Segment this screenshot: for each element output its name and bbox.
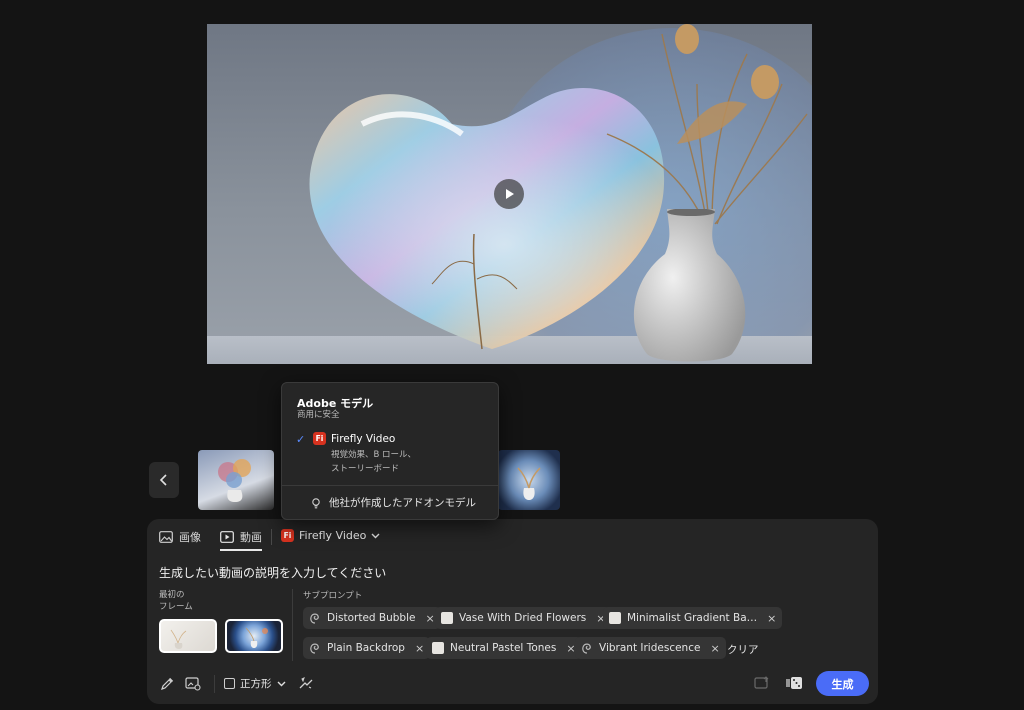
subprompt-chip[interactable]: Distorted Bubble × xyxy=(303,607,441,629)
dropdown-divider xyxy=(282,485,498,486)
frame-image xyxy=(245,627,268,648)
image-settings-icon xyxy=(185,677,201,691)
subprompt-chip-label: Neutral Pastel Tones xyxy=(450,642,557,654)
addon-models-item[interactable]: 他社が作成したアドオンモデル xyxy=(310,495,476,510)
lightbulb-icon xyxy=(312,497,320,508)
model-dropdown-menu: Adobe モデル 商用に安全 ✓ Fi Firefly Video 視覚効果、… xyxy=(281,382,499,520)
subprompt-chip-label: Vibrant Iridescence xyxy=(599,642,701,654)
image-icon xyxy=(159,531,173,543)
reference-image-button[interactable] xyxy=(185,676,201,691)
tab-image-label: 画像 xyxy=(179,531,201,544)
subprompt-chip[interactable]: Neutral Pastel Tones × xyxy=(426,637,582,659)
model-option-firefly-video[interactable]: Firefly Video xyxy=(331,433,395,445)
chevron-down-icon xyxy=(277,681,285,686)
camera-motion-button[interactable] xyxy=(298,676,314,691)
tab-image[interactable]: 画像 xyxy=(159,529,201,545)
motion-icon xyxy=(299,677,313,689)
subprompts-label: サブプロンプト xyxy=(303,591,363,601)
generation-thumbnail[interactable] xyxy=(498,450,560,510)
thumbnail-image xyxy=(517,467,541,500)
firefly-logo-icon: Fi xyxy=(281,529,294,542)
close-icon[interactable]: × xyxy=(710,642,719,655)
spiral-icon xyxy=(310,643,319,654)
frame-image xyxy=(170,629,187,649)
eyedropper-button[interactable] xyxy=(160,676,175,691)
chevron-down-icon xyxy=(371,533,380,538)
swatch-icon xyxy=(441,612,453,624)
aspect-ratio-label: 正方形 xyxy=(240,678,272,690)
close-icon[interactable]: × xyxy=(767,612,776,625)
subprompt-chip-label: Plain Backdrop xyxy=(327,642,405,654)
dice-icon xyxy=(786,677,802,689)
close-icon[interactable]: × xyxy=(415,642,424,655)
prompt-input[interactable]: 生成したい動画の説明を入力してください xyxy=(159,564,386,581)
tab-video[interactable]: 動画 xyxy=(220,529,262,551)
tab-video-label: 動画 xyxy=(240,531,262,544)
last-frame-thumbnail[interactable] xyxy=(225,619,283,653)
previous-button[interactable] xyxy=(149,462,179,498)
checkmark-icon: ✓ xyxy=(296,433,306,446)
close-icon[interactable]: × xyxy=(425,612,434,625)
aspect-ratio-select[interactable]: 正方形 xyxy=(224,676,286,691)
subprompt-chip[interactable]: Minimalist Gradient Ba… × xyxy=(603,607,783,629)
subprompt-chip-label: Minimalist Gradient Ba… xyxy=(627,612,758,624)
play-button[interactable] xyxy=(494,179,524,209)
swatch-icon xyxy=(609,612,621,624)
swatch-icon xyxy=(432,642,444,654)
square-aspect-icon xyxy=(224,678,235,689)
model-description-line: 視覚効果、B ロール、 xyxy=(331,450,417,460)
first-frame-label-line: 最初の xyxy=(159,590,185,600)
generate-button[interactable]: 生成 xyxy=(816,671,869,696)
section-divider xyxy=(292,589,293,661)
first-frame-label: 最初の フレーム xyxy=(159,589,193,613)
toolbar-divider xyxy=(214,675,215,693)
thumbnail-image xyxy=(218,459,251,502)
variations-button[interactable] xyxy=(786,676,803,690)
spiral-icon xyxy=(582,643,591,654)
first-frame-thumbnail[interactable] xyxy=(159,619,217,653)
model-select[interactable]: Fi Firefly Video xyxy=(281,529,380,542)
video-icon xyxy=(220,531,234,543)
video-preview[interactable] xyxy=(207,24,812,364)
model-option-description: 視覚効果、B ロール、 ストーリーボード xyxy=(331,448,461,476)
firefly-logo-icon: Fi xyxy=(313,432,326,445)
prompt-panel: 画像 動画 Fi Firefly Video 生成したい動画の説明を入力してくだ… xyxy=(147,519,878,704)
subprompt-chip-label: Distorted Bubble xyxy=(327,612,416,624)
clear-button[interactable]: クリア xyxy=(727,642,759,657)
model-description-line: ストーリーボード xyxy=(331,464,400,474)
generation-thumbnail[interactable] xyxy=(198,450,274,510)
eyedropper-icon xyxy=(161,677,174,690)
addon-models-label: 他社が作成したアドオンモデル xyxy=(329,497,476,509)
first-frame-label-line: フレーム xyxy=(159,602,193,612)
spiral-icon xyxy=(310,613,319,624)
upload-frame-button[interactable] xyxy=(754,676,770,690)
subprompt-chip[interactable]: Vibrant Iridescence × xyxy=(575,637,726,659)
vase-image xyxy=(633,209,746,362)
image-upload-icon xyxy=(754,676,769,689)
chevron-left-icon xyxy=(159,474,167,486)
subprompt-chip-label: Vase With Dried Flowers xyxy=(459,612,587,624)
model-select-label: Firefly Video xyxy=(299,529,367,542)
tab-divider xyxy=(271,529,272,545)
subprompt-chip[interactable]: Plain Backdrop × xyxy=(303,637,431,659)
subprompt-chip[interactable]: Vase With Dried Flowers × xyxy=(435,607,612,629)
play-icon xyxy=(506,189,514,199)
dropdown-group-subtitle: 商用に安全 xyxy=(297,410,340,420)
